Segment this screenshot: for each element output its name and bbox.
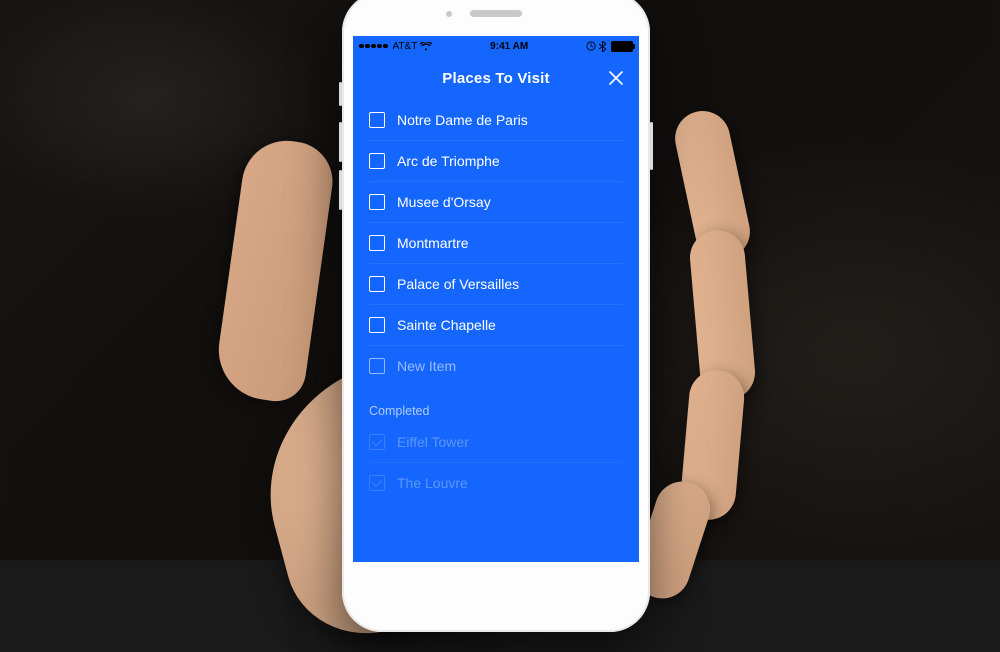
unchecked-checkbox-icon bbox=[369, 358, 385, 374]
list-item[interactable]: Palace of Versailles bbox=[369, 264, 623, 305]
list-item-label: Sainte Chapelle bbox=[397, 317, 496, 333]
app-header: Places To Visit bbox=[353, 56, 639, 100]
list-item[interactable]: The Louvre bbox=[369, 463, 623, 503]
unchecked-checkbox-icon[interactable] bbox=[369, 194, 385, 210]
battery-icon bbox=[611, 41, 633, 52]
completed-list: Eiffel Tower The Louvre bbox=[353, 422, 639, 503]
close-icon bbox=[608, 70, 624, 86]
list-item[interactable]: Notre Dame de Paris bbox=[369, 100, 623, 141]
new-item-placeholder: New Item bbox=[397, 358, 456, 374]
list-item[interactable]: Sainte Chapelle bbox=[369, 305, 623, 346]
carrier-label: AT&T bbox=[393, 41, 418, 52]
completed-section-label: Completed bbox=[353, 386, 639, 422]
list-item-label: Eiffel Tower bbox=[397, 434, 469, 450]
list-item-label: Montmartre bbox=[397, 235, 469, 251]
list-item[interactable]: Musee d'Orsay bbox=[369, 182, 623, 223]
unchecked-checkbox-icon[interactable] bbox=[369, 276, 385, 292]
phone-screen: AT&T 9:41 AM bbox=[353, 36, 639, 562]
close-button[interactable] bbox=[605, 67, 627, 89]
new-item-row[interactable]: New Item bbox=[369, 346, 623, 386]
ios-status-bar: AT&T 9:41 AM bbox=[353, 36, 639, 56]
list-item[interactable]: Montmartre bbox=[369, 223, 623, 264]
list-item[interactable]: Eiffel Tower bbox=[369, 422, 623, 463]
checklist-app: Places To Visit Notre Dame de Paris Arc … bbox=[353, 56, 639, 503]
cell-signal-icon bbox=[359, 44, 388, 49]
list-item-label: Arc de Triomphe bbox=[397, 153, 500, 169]
unchecked-checkbox-icon[interactable] bbox=[369, 153, 385, 169]
wifi-icon bbox=[420, 42, 432, 51]
status-time: 9:41 AM bbox=[490, 41, 528, 52]
list-item-label: Notre Dame de Paris bbox=[397, 112, 528, 128]
list-item[interactable]: Arc de Triomphe bbox=[369, 141, 623, 182]
list-item-label: The Louvre bbox=[397, 475, 468, 491]
page-title: Places To Visit bbox=[442, 70, 550, 87]
phone-front-camera bbox=[446, 11, 452, 17]
list-item-label: Palace of Versailles bbox=[397, 276, 519, 292]
unchecked-checkbox-icon[interactable] bbox=[369, 235, 385, 251]
orientation-lock-icon bbox=[586, 41, 596, 51]
unchecked-checkbox-icon[interactable] bbox=[369, 317, 385, 333]
phone-speaker bbox=[470, 10, 522, 17]
checked-checkbox-icon[interactable] bbox=[369, 434, 385, 450]
unchecked-checkbox-icon[interactable] bbox=[369, 112, 385, 128]
list-item-label: Musee d'Orsay bbox=[397, 194, 491, 210]
bluetooth-icon bbox=[599, 41, 606, 52]
todo-list: Notre Dame de Paris Arc de Triomphe Muse… bbox=[353, 100, 639, 386]
iphone-device-frame: AT&T 9:41 AM bbox=[342, 0, 650, 632]
checked-checkbox-icon[interactable] bbox=[369, 475, 385, 491]
